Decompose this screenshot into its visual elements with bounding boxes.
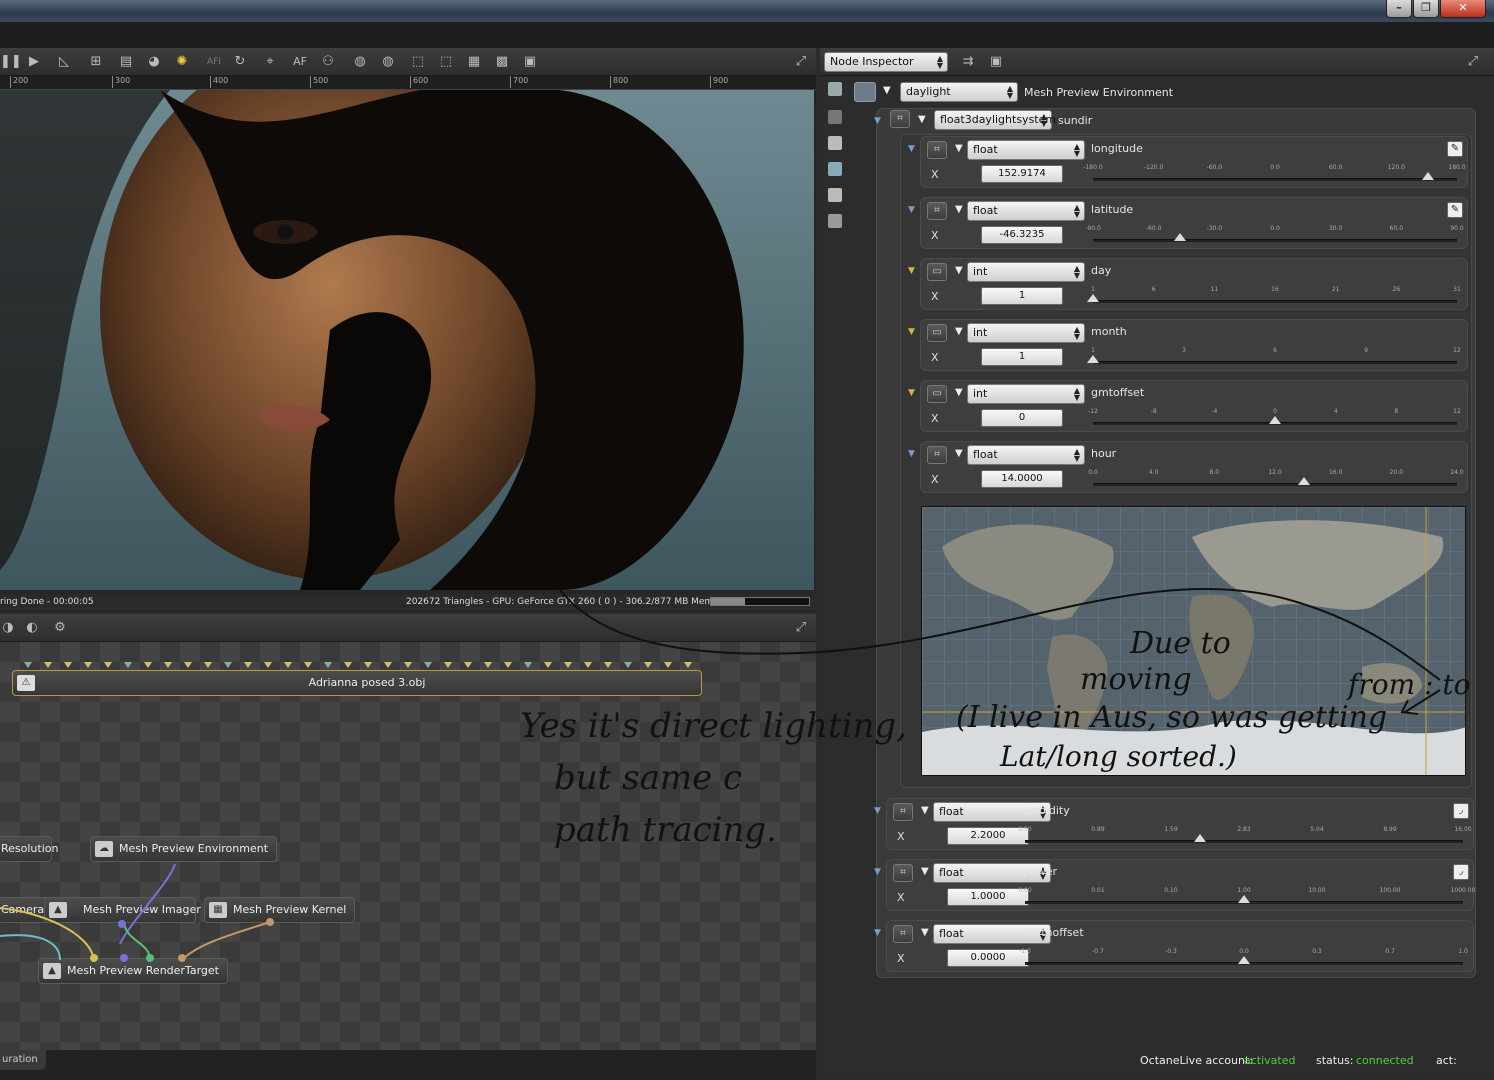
note-line: path tracing. (554, 810, 777, 850)
handwritten-note-right-5: Lat/long sorted.) (1000, 740, 1237, 773)
annotation-overlay (559, 587, 1441, 715)
note-line: Yes it's direct lighting, (520, 706, 907, 746)
handwritten-note-right-4: (I live in Aus, so was getting (956, 700, 1388, 735)
account-value: activated (1244, 1054, 1296, 1067)
handwritten-note-right-3: from : to (1348, 668, 1471, 701)
status-label: status: (1316, 1054, 1354, 1067)
act-label: act: (1436, 1054, 1457, 1067)
handwritten-note-right-1: Due to (1130, 626, 1231, 661)
account-status-bar: OctaneLive account: activated status: co… (820, 1054, 1494, 1072)
note-line: but same c (554, 758, 743, 798)
account-label: OctaneLive account: (1140, 1054, 1253, 1067)
handwritten-note-right-2: moving (1080, 662, 1192, 697)
status-value: connected (1356, 1054, 1414, 1067)
handwritten-note-left: Yes it's direct lighting, but same c pat… (520, 700, 907, 856)
